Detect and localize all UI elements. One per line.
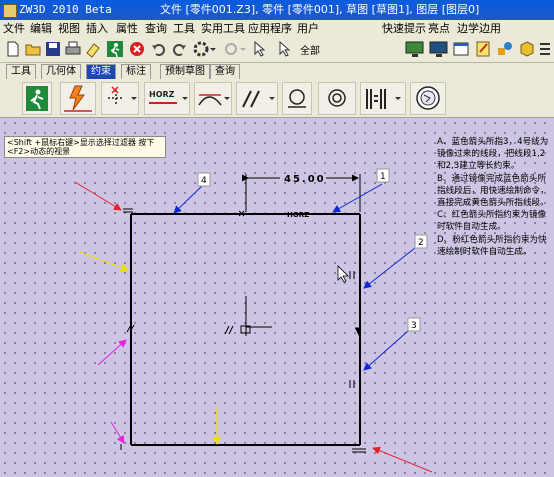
tab-constraints[interactable]: 约束 — [86, 64, 116, 79]
menu-learn[interactable]: 边学边用 — [457, 20, 501, 37]
menu-tools[interactable]: 工具 — [173, 20, 195, 37]
regenerate-gear-icon[interactable] — [192, 40, 216, 58]
cursor-filter-icon[interactable] — [252, 40, 274, 58]
tangent-constraint-icon[interactable] — [194, 82, 232, 115]
callout-2: 2 — [414, 234, 428, 249]
callout-4: 4 — [197, 172, 211, 187]
standard-toolbar: 全部 — [0, 37, 554, 63]
open-folder-icon[interactable] — [24, 40, 42, 58]
horizontal-constraint-icon[interactable]: HORZ — [144, 82, 190, 115]
menu-bar: 文件 编辑 视图 插入 属性 查询 工具 实用工具 应用程序 用户 快速提示 亮… — [0, 20, 554, 37]
horz-text: HORZ — [149, 90, 175, 99]
document-title: 文件 [零件001.Z3], 零件 [零件001], 草图 [草图1], 图层 … — [160, 3, 480, 16]
sketch-canvas[interactable]: <Shift +鼠标右键>显示选择过滤器 按下 <F2>动态的视景 A、蓝色箭头… — [0, 118, 554, 477]
dimension-value: 45.00 — [284, 174, 326, 185]
sketch-drawing: 45.00 HORZ 1 2 3 4 — [74, 168, 433, 473]
callout-2-label: 2 — [418, 238, 424, 248]
menu-user[interactable]: 用户 — [297, 20, 319, 37]
callout-3-label: 3 — [411, 321, 417, 331]
callout-3: 3 — [407, 317, 421, 332]
menu-highlight[interactable]: 亮点 — [428, 20, 450, 37]
red-arrow-bottom-right — [372, 446, 433, 473]
ribbon-tabs: 工具 几何体 约束 标注 预制草图 查询 — [0, 63, 554, 79]
equal-length-constraint-icon[interactable] — [360, 82, 406, 115]
print-icon[interactable] — [64, 40, 82, 58]
mouse-cursor-icon — [337, 265, 349, 283]
select-arrow-icon[interactable] — [276, 40, 294, 58]
yellow-arrow-left — [79, 251, 129, 272]
circle-constraint-icon[interactable] — [282, 82, 312, 115]
tab-tools[interactable]: 工具 — [6, 64, 36, 79]
callout-4-label: 4 — [201, 176, 207, 186]
shapes-icon[interactable] — [496, 40, 514, 58]
redo-icon[interactable] — [170, 40, 188, 58]
running-man-icon[interactable] — [106, 40, 124, 58]
tab-dimensions[interactable]: 标注 — [121, 64, 151, 79]
monitor-alt-icon[interactable] — [428, 40, 450, 58]
menu-file[interactable]: 文件 — [3, 20, 25, 37]
menu-insert[interactable]: 插入 — [86, 20, 108, 37]
new-file-icon[interactable] — [4, 40, 22, 58]
blue-arrow-3 — [363, 330, 409, 371]
tab-query[interactable]: 查询 — [210, 64, 240, 79]
blue-arrow-1 — [332, 183, 383, 213]
exit-running-man-icon[interactable] — [22, 82, 52, 115]
app-icon — [3, 4, 17, 18]
help-globe-icon[interactable] — [410, 82, 446, 115]
pink-arrow-left — [97, 339, 127, 366]
pick-filter-icon[interactable] — [222, 40, 246, 58]
layers-icon[interactable] — [538, 40, 552, 58]
monitor-icon[interactable] — [404, 40, 426, 58]
menu-query[interactable]: 查询 — [145, 20, 167, 37]
origin-axes — [224, 296, 272, 336]
constraint-toolbar: HORZ — [0, 79, 554, 118]
callout-1: 1 — [376, 168, 390, 183]
undo-icon[interactable] — [150, 40, 168, 58]
blue-arrow-4 — [173, 185, 203, 214]
menu-view[interactable]: 视图 — [58, 20, 80, 37]
cube-icon[interactable] — [518, 40, 536, 58]
concentric-constraint-icon[interactable] — [318, 82, 356, 115]
blue-arrow-2 — [363, 247, 416, 289]
fix-constraint-icon[interactable] — [60, 82, 96, 115]
menu-attributes[interactable]: 属性 — [116, 20, 138, 37]
title-bar: ZW3D 2010 Beta 文件 [零件001.Z3], 零件 [零件001]… — [0, 0, 554, 20]
eraser-icon[interactable] — [84, 40, 102, 58]
corner-constraint-marks — [120, 208, 366, 453]
parallel-constraint-icon[interactable] — [236, 82, 278, 115]
horz-constraint-tag: HORZ — [287, 211, 309, 219]
menu-applications[interactable]: 应用程序 — [248, 20, 292, 37]
tab-geometry[interactable]: 几何体 — [41, 64, 81, 79]
coincident-constraint-icon[interactable] — [101, 82, 139, 115]
edit-notes-icon[interactable] — [474, 40, 492, 58]
app-title: ZW3D 2010 Beta — [19, 3, 112, 16]
menu-quick-tips[interactable]: 快速提示 — [382, 20, 426, 37]
filter-label[interactable]: 全部 — [300, 42, 320, 57]
pink-arrow-bottom-left — [110, 421, 125, 444]
menu-utilities[interactable]: 实用工具 — [201, 20, 245, 37]
cancel-icon[interactable] — [128, 40, 146, 58]
save-icon[interactable] — [44, 40, 62, 58]
callout-1-label: 1 — [380, 172, 386, 182]
red-arrow-top-left — [74, 181, 122, 211]
tab-prefab-sketch[interactable]: 预制草图 — [160, 64, 210, 79]
menu-edit[interactable]: 编辑 — [30, 20, 52, 37]
window-icon[interactable] — [452, 40, 470, 58]
